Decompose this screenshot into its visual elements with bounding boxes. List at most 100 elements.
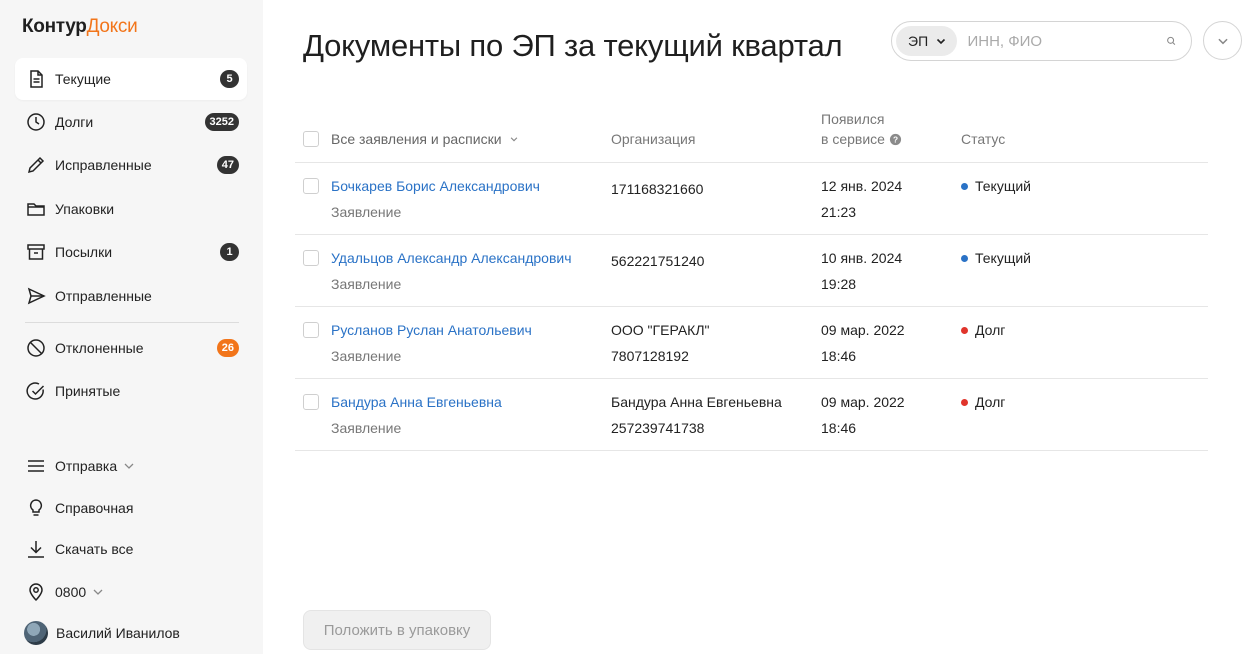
header-organization: Организация: [611, 131, 696, 147]
clock-icon: [25, 111, 47, 133]
sidebar-item-packages[interactable]: Упаковки: [15, 188, 247, 230]
folder-icon: [25, 198, 47, 220]
table-row: Удальцов Александр Александрович Заявлен…: [295, 235, 1208, 307]
status-label: Текущий: [975, 250, 1031, 266]
header-appeared-line2-wrap: в сервисе ?: [821, 131, 902, 147]
menu-icon: [25, 455, 47, 477]
row-checkbox[interactable]: [303, 394, 319, 410]
search-input[interactable]: [957, 32, 1167, 50]
appeared-date: 12 янв. 2024: [821, 178, 903, 194]
sidebar-item-label: Отправленные: [55, 288, 152, 304]
search-icon[interactable]: [1166, 33, 1177, 49]
check-circle-icon: [25, 380, 47, 402]
sidebar-item-sending[interactable]: Отправка: [15, 445, 247, 487]
avatar: [24, 621, 48, 645]
row-checkbox[interactable]: [303, 322, 319, 338]
table-row: Русланов Руслан Анатольевич Заявление ОО…: [295, 307, 1208, 379]
count-badge: 47: [216, 156, 239, 174]
sidebar-item-sent[interactable]: Отправленные: [15, 275, 247, 317]
pencil-icon: [25, 154, 47, 176]
svg-text:?: ?: [893, 134, 898, 144]
count-badge: 26: [216, 339, 239, 357]
status-dot: [961, 254, 968, 262]
user-profile[interactable]: Василий Иванилов: [15, 612, 247, 654]
sidebar-item-label: Исправленные: [55, 157, 152, 173]
header-status: Статус: [961, 131, 1006, 147]
search-filter-select[interactable]: ЭП: [896, 26, 958, 56]
archive-box-icon: [25, 241, 47, 263]
sidebar-item-parcels[interactable]: Посылки 1: [15, 231, 247, 273]
sidebar-item-label: Текущие: [55, 71, 111, 87]
logo[interactable]: КонтурДокси: [22, 16, 138, 38]
search-bar: ЭП: [891, 21, 1192, 61]
sidebar-item-label: Посылки: [55, 244, 113, 260]
documents-table: Все заявления и расписки Организация Поя…: [295, 100, 1208, 451]
row-checkbox[interactable]: [303, 250, 319, 266]
sidebar-item-label: Долги: [55, 114, 94, 130]
status: Долг: [961, 322, 1005, 338]
download-icon: [25, 538, 47, 560]
sidebar-item-current[interactable]: Текущие 5: [15, 58, 247, 100]
type-filter-label: Все заявления и расписки: [331, 131, 502, 147]
logo-part1: Контур: [22, 16, 87, 37]
applicant-link[interactable]: Бочкарев Борис Александрович: [331, 178, 540, 194]
status: Текущий: [961, 250, 1031, 266]
count-badge: 1: [220, 243, 239, 261]
table-row: Бандура Анна Евгеньевна Заявление Бандур…: [295, 379, 1208, 451]
sidebar-item-accepted[interactable]: Принятые: [15, 370, 247, 412]
sidebar-item-help[interactable]: Справочная: [15, 487, 247, 529]
sidebar-divider: [25, 322, 239, 323]
status: Долг: [961, 394, 1005, 410]
organization: 562221751240: [611, 253, 705, 269]
lightbulb-icon: [25, 497, 47, 519]
chevron-down-icon: [124, 463, 134, 469]
send-icon: [25, 285, 47, 307]
status-dot: [961, 182, 968, 190]
applicant-link[interactable]: Удальцов Александр Александрович: [331, 250, 572, 266]
count-badge: 3252: [204, 113, 239, 131]
sidebar-item-download-all[interactable]: Скачать все: [15, 528, 247, 570]
sidebar-item-office[interactable]: 0800: [15, 571, 247, 613]
search-filter-value: ЭП: [908, 33, 929, 49]
status-dot: [961, 326, 968, 334]
select-all-checkbox[interactable]: [303, 131, 319, 147]
sidebar-item-rejected[interactable]: Отклоненные 26: [15, 327, 247, 369]
applicant-link[interactable]: Русланов Руслан Анатольевич: [331, 322, 532, 338]
expand-button[interactable]: [1203, 21, 1242, 60]
status-label: Текущий: [975, 178, 1031, 194]
sidebar-item-label: Упаковки: [55, 201, 115, 217]
chevron-down-icon: [1217, 38, 1228, 44]
appeared-time: 18:46: [821, 420, 857, 436]
appeared-time: 19:28: [821, 276, 857, 292]
document-icon: [25, 68, 47, 90]
type-filter-dropdown[interactable]: Все заявления и расписки: [331, 131, 519, 147]
sidebar-item-label: Отклоненные: [55, 340, 144, 356]
document-kind: Заявление: [331, 420, 402, 436]
status-label: Долг: [975, 394, 1006, 410]
document-kind: Заявление: [331, 204, 402, 220]
user-name: Василий Иванилов: [56, 625, 180, 641]
applicant-link[interactable]: Бандура Анна Евгеньевна: [331, 394, 502, 410]
organization-inn: 7807128192: [611, 348, 689, 364]
appeared-date: 10 янв. 2024: [821, 250, 903, 266]
sidebar-item-label: Отправка: [55, 458, 118, 474]
sidebar: КонтурДокси Текущие 5 Долги 3252 Исправл…: [0, 0, 263, 654]
sidebar-item-label: Скачать все: [55, 541, 134, 557]
help-icon[interactable]: ?: [889, 133, 902, 146]
header-appeared-line2: в сервисе: [821, 131, 885, 147]
appeared-date: 09 мар. 2022: [821, 394, 905, 410]
logo-part2: Докси: [86, 16, 138, 37]
document-kind: Заявление: [331, 276, 402, 292]
sidebar-item-debts[interactable]: Долги 3252: [15, 101, 247, 143]
status-dot: [961, 398, 968, 406]
table-row: Бочкарев Борис Александрович Заявление 1…: [295, 163, 1208, 235]
organization-inn: 257239741738: [611, 420, 705, 436]
organization: 171168321660: [611, 181, 704, 197]
location-pin-icon: [25, 581, 47, 603]
put-in-package-button[interactable]: Положить в упаковку: [303, 610, 491, 650]
table-header: Все заявления и расписки Организация Поя…: [295, 100, 1208, 163]
appeared-date: 09 мар. 2022: [821, 322, 905, 338]
status-label: Долг: [975, 322, 1006, 338]
row-checkbox[interactable]: [303, 178, 319, 194]
sidebar-item-corrected[interactable]: Исправленные 47: [15, 144, 247, 186]
